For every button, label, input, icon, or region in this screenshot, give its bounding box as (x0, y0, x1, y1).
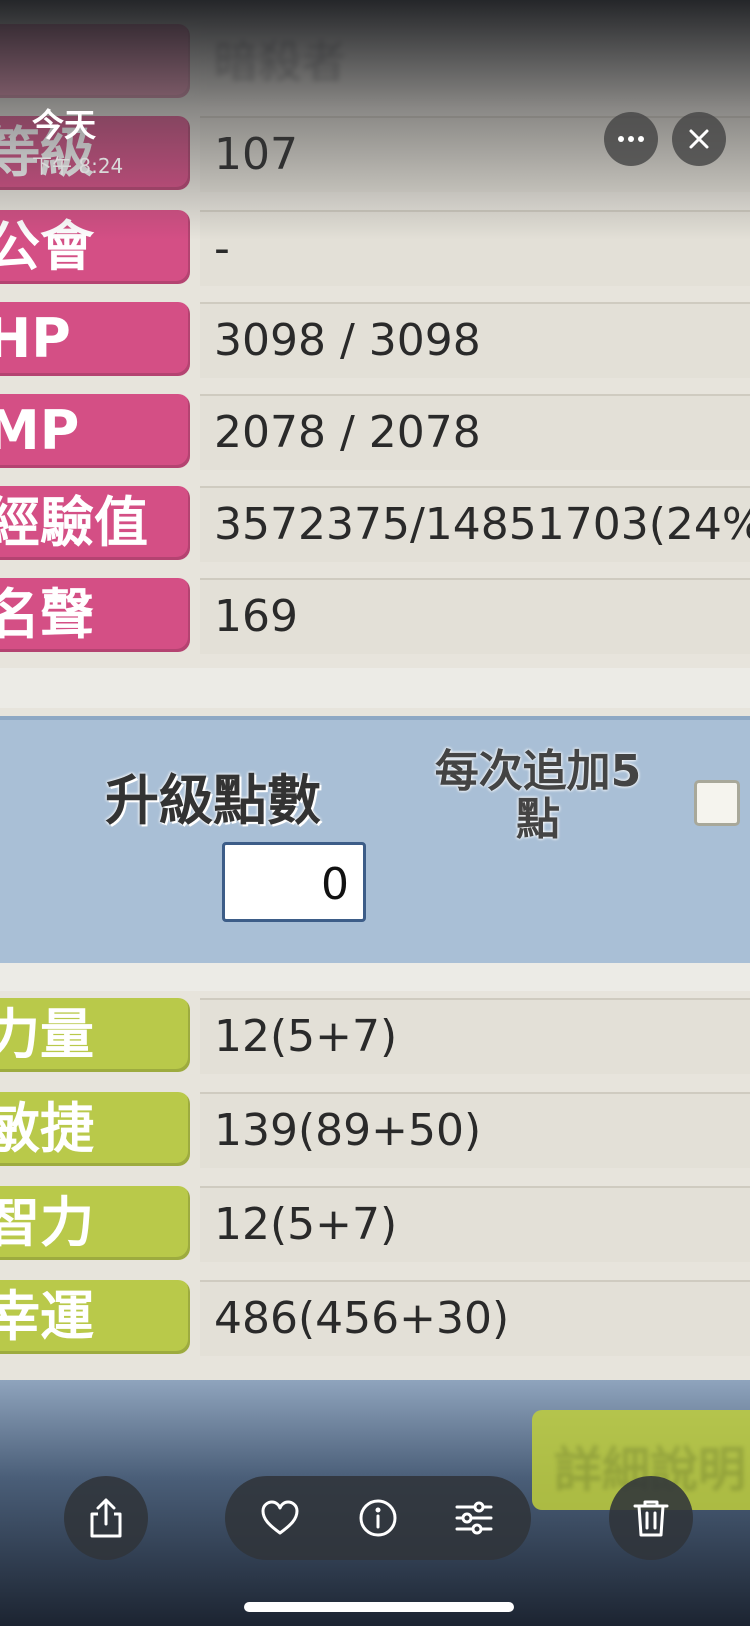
stat-label: HP (0, 307, 71, 370)
stat-label: MP (0, 399, 80, 462)
stat-row-dex: 敏捷 139(89+50) (0, 1086, 750, 1172)
stat-value: 3098 / 3098 (200, 302, 750, 378)
stat-label: 力量 (0, 1003, 94, 1066)
upgrade-points-panel: 升級點數 每次追加5點 0 (0, 716, 750, 969)
info-button[interactable] (357, 1497, 399, 1539)
info-icon (359, 1499, 397, 1537)
stat-value: 139(89+50) (200, 1092, 750, 1168)
stat-label: 幸運 (0, 1285, 94, 1348)
sliders-icon (455, 1501, 493, 1535)
divider (0, 668, 750, 708)
home-indicator (244, 1602, 514, 1612)
share-icon (90, 1498, 122, 1538)
heart-icon (261, 1500, 299, 1535)
toolbar-pill (225, 1476, 531, 1560)
stat-value: 3572375/14851703(24% (200, 486, 750, 562)
stat-row-guild: 公會 - (0, 204, 750, 290)
stat-label: 名聲 (0, 583, 94, 646)
photo-time: 下午 8:24 (32, 154, 124, 178)
trash-icon (633, 1500, 669, 1537)
header-blur-value: 暗殺者 (200, 24, 750, 100)
stat-row-mp: MP 2078 / 2078 (0, 388, 750, 474)
stat-value: 169 (200, 578, 750, 654)
stat-value: 12(5+7) (200, 998, 750, 1074)
stat-row-int: 智力 12(5+7) (0, 1180, 750, 1266)
stat-label: 智力 (0, 1191, 94, 1254)
stat-value: 2078 / 2078 (200, 394, 750, 470)
close-icon (689, 129, 709, 149)
close-button[interactable] (672, 112, 726, 166)
per-add-5-checkbox[interactable] (694, 780, 740, 826)
stat-label: 公會 (0, 215, 94, 278)
photo-date-title: 今天 (32, 106, 97, 144)
stat-value: - (200, 210, 750, 286)
stat-row-hp: HP 3098 / 3098 (0, 296, 750, 382)
per-add-5-label: 每次追加5點 (434, 746, 642, 845)
upgrade-points-field[interactable]: 0 (222, 842, 366, 922)
stat-value: 107 (200, 116, 750, 192)
stat-row-job: 暗殺者 (0, 18, 750, 104)
stat-label: 敏捷 (0, 1097, 94, 1160)
delete-button[interactable] (609, 1476, 693, 1560)
share-button[interactable] (64, 1476, 148, 1560)
stat-label: 經驗值 (0, 491, 148, 554)
stat-row-exp: 經驗值 3572375/14851703(24% (0, 480, 750, 566)
upgrade-points-title: 升級點數 (105, 769, 321, 832)
more-icon (618, 136, 644, 142)
stat-row-str: 力量 12(5+7) (0, 992, 750, 1078)
adjust-button[interactable] (453, 1497, 495, 1539)
favorite-button[interactable] (259, 1497, 301, 1539)
stat-row-luk: 幸運 486(456+30) (0, 1274, 750, 1360)
stat-row-fame: 名聲 169 (0, 572, 750, 658)
stat-value: 486(456+30) (200, 1280, 750, 1356)
divider (0, 963, 750, 991)
stat-value: 12(5+7) (200, 1186, 750, 1262)
more-button[interactable] (604, 112, 658, 166)
photo-content: 暗殺者 等級 107 公會 - HP 3098 / 3098 MP 2078 /… (0, 0, 750, 1626)
